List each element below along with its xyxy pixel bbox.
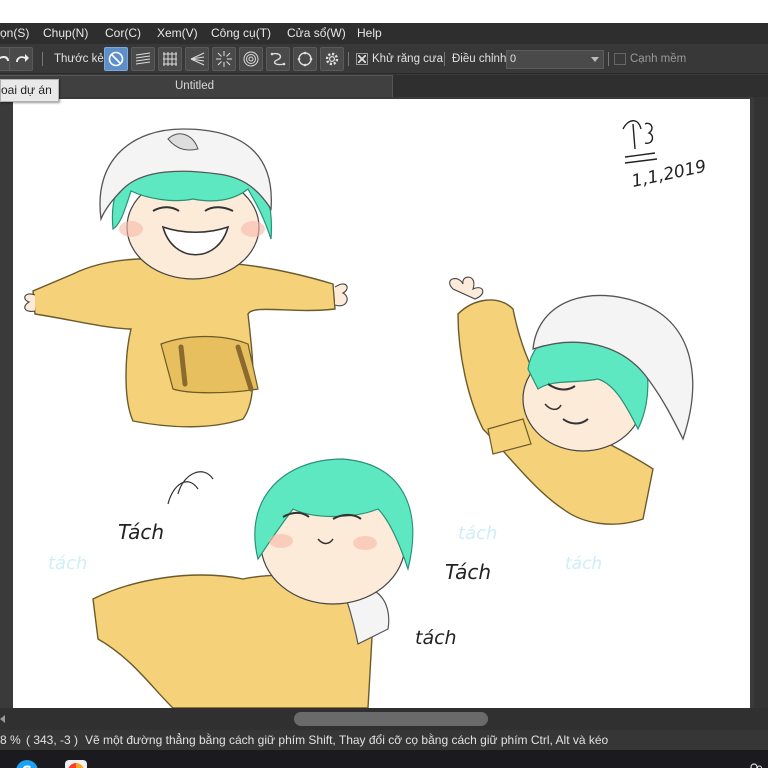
people-icon[interactable] (748, 762, 764, 768)
antialias-label: Khử răng cưa (372, 53, 444, 65)
document-tab-bar: Untitled (0, 75, 768, 97)
app-window: ọn(S) Chụp(N) Cor(C) Xem(V) Công cụ(T) C… (0, 23, 768, 768)
toolbar-separator (348, 52, 349, 66)
toolbar-separator (608, 52, 609, 66)
ruler-concentric-button[interactable] (239, 47, 263, 71)
adjust-dropdown[interactable]: 0 (506, 50, 604, 69)
horizontal-scrollbar[interactable] (0, 708, 768, 730)
taskbar-paint-app[interactable] (54, 752, 98, 768)
ruler-none-button[interactable] (104, 47, 128, 71)
character-arms-open (24, 128, 348, 428)
svg-text:S: S (22, 764, 32, 768)
adjust-label: Điều chỉnh (452, 53, 507, 65)
signature-date: 1,1,2019 (630, 157, 708, 192)
vertical-scrollbar[interactable] (754, 97, 768, 708)
menu-view[interactable]: Xem(V) (157, 23, 198, 44)
radial-lines-icon (216, 51, 232, 67)
tooltip: oai dự án (0, 79, 59, 102)
sfx-text: Tách (445, 560, 491, 584)
motion-lines (167, 471, 214, 505)
menu-tools[interactable]: Công cụ(T) (211, 23, 271, 44)
blush (353, 536, 377, 550)
blush (241, 221, 265, 237)
signature-mark (622, 120, 658, 164)
soft-edge-label: Cạnh mềm (630, 53, 687, 65)
ruler-ellipse-button[interactable] (293, 47, 317, 71)
parallel-lines-icon (135, 52, 151, 65)
drawing-canvas[interactable]: Tách Tách tách tách tách tách 1,1,2019 (13, 99, 750, 708)
tooltip-text: oai dự án (1, 83, 52, 97)
paint-app-icon (65, 760, 87, 768)
ruler-grid-button[interactable] (158, 47, 182, 71)
chevron-down-icon (591, 57, 599, 62)
artwork: Tách Tách tách tách tách tách 1,1,2019 (24, 120, 708, 708)
grid-icon (163, 52, 177, 66)
scrollbar-thumb[interactable] (294, 712, 488, 726)
blush (269, 534, 293, 548)
scroll-left-arrow-icon[interactable] (0, 715, 5, 723)
toolbar-separator (444, 52, 445, 66)
sfx-text: Tách (118, 520, 164, 544)
sfx-text: tách (458, 523, 497, 544)
ruler-radial-button[interactable] (212, 47, 236, 71)
sfx-text: tách (48, 553, 87, 574)
workspace: Tách Tách tách tách tách tách 1,1,2019 (0, 97, 768, 708)
right-hand (334, 283, 348, 307)
ruler-parallel-button[interactable] (131, 47, 155, 71)
zoom-level: 8 % (0, 733, 21, 747)
toolbar: Thước kẻ Khử răng cưa Điều chỉnh 0 Cạnh … (0, 44, 768, 74)
toolbar-separator (42, 52, 43, 66)
menu-color[interactable]: Cor(C) (105, 23, 141, 44)
tab-untitled[interactable]: Untitled (0, 75, 393, 97)
soft-edge-checkbox[interactable] (614, 53, 626, 65)
ruler-curve-button[interactable] (266, 47, 290, 71)
concentric-circles-icon (243, 51, 259, 67)
taskbar-skype[interactable]: S (5, 752, 49, 768)
character-sleepy (449, 276, 694, 525)
tab-title: Untitled (175, 80, 214, 92)
adjust-value: 0 (510, 53, 517, 65)
status-bar: 8 % ( 343, -3 ) Vẽ một đường thẳng bằng … (0, 730, 768, 750)
status-hint: Vẽ một đường thẳng bằng cách giữ phím Sh… (85, 733, 609, 747)
blush (119, 221, 143, 237)
gear-icon (325, 52, 339, 66)
menu-window[interactable]: Cửa sổ(W) (287, 23, 346, 44)
skype-icon: S (16, 760, 38, 768)
curve-icon (270, 52, 286, 66)
sfx-text: tách (565, 554, 602, 574)
menu-select[interactable]: ọn(S) (0, 23, 29, 44)
ruler-label: Thước kẻ (54, 53, 104, 65)
redo-button[interactable] (9, 47, 33, 71)
menu-help[interactable]: Help (357, 23, 382, 44)
raised-hand (449, 276, 484, 300)
ruler-settings-button[interactable] (320, 47, 344, 71)
perspective-icon (190, 52, 205, 66)
sfx-text: tách (415, 627, 457, 649)
taskbar: S (0, 750, 768, 768)
menu-bar: ọn(S) Chụp(N) Cor(C) Xem(V) Công cụ(T) C… (0, 23, 768, 44)
character-lying (92, 458, 414, 708)
antialias-checkbox[interactable] (356, 53, 368, 65)
ruler-perspective-button[interactable] (185, 47, 209, 71)
menu-capture[interactable]: Chụp(N) (43, 23, 88, 44)
no-ruler-icon (108, 51, 124, 67)
left-hand (24, 293, 36, 312)
ellipse-icon (297, 51, 313, 67)
redo-icon (16, 54, 29, 62)
signature: 1,1,2019 (622, 120, 708, 192)
cursor-coords: ( 343, -3 ) (26, 733, 79, 747)
